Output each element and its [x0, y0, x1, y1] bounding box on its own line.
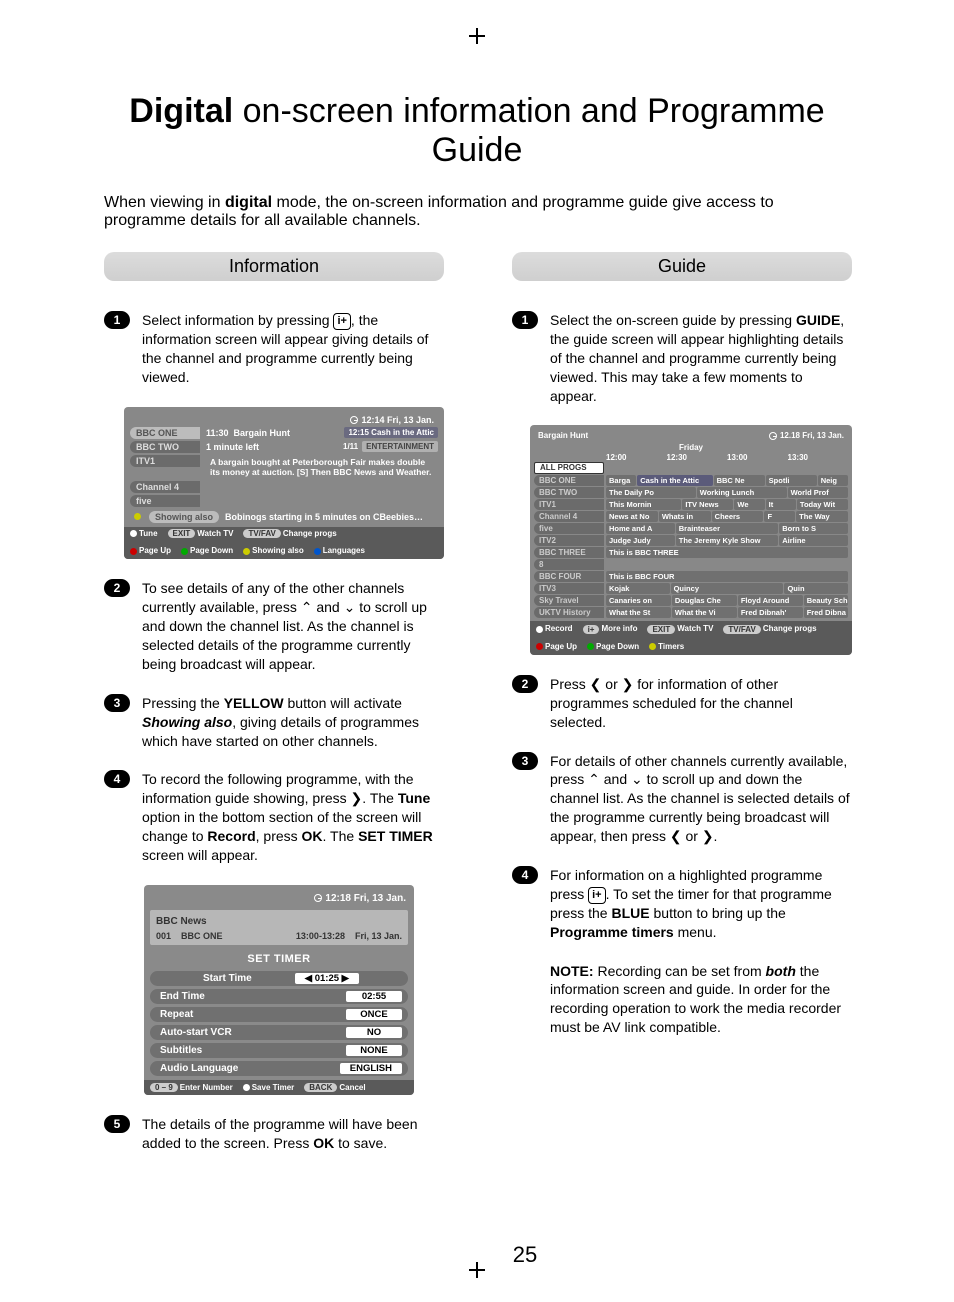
- timer-row: Audio LanguageENGLISH: [150, 1061, 408, 1076]
- guide-channel: BBC FOUR: [534, 571, 604, 582]
- channel-pill: Channel 4: [130, 481, 200, 493]
- channel-pill: BBC TWO: [130, 441, 200, 453]
- channel-pill: ITV1: [130, 455, 200, 467]
- guide-footer: Record i+More info EXITWatch TV TV/FAVCh…: [530, 621, 852, 654]
- guide-row: UKTV HistoryWhat the StWhat the ViFred D…: [534, 607, 848, 618]
- info-step-4: 4 To record the following programme, wit…: [104, 770, 444, 864]
- guide-step-1: 1 Select the on-screen guide by pressing…: [512, 311, 852, 405]
- timer-row: Start Time◀ 01:25 ▶: [150, 971, 408, 986]
- information-osd: 12:14 Fri, 13 Jan. BBC ONE 11:30 Bargain…: [124, 407, 444, 560]
- guide-channel: BBC TWO: [534, 487, 604, 498]
- timer-row: End Time02:55: [150, 989, 408, 1004]
- timer-row: SubtitlesNONE: [150, 1043, 408, 1058]
- set-timer-osd: 12:18 Fri, 13 Jan. BBC News 001 BBC ONE …: [144, 885, 414, 1095]
- guide-osd: Bargain Hunt12.18 Fri, 13 Jan. Friday 12…: [530, 425, 852, 654]
- guide-channel: five: [534, 523, 604, 534]
- channel-pill: BBC ONE: [130, 427, 200, 439]
- guide-channel: ALL PROGS: [534, 462, 604, 474]
- guide-note: NOTE: Recording can be set from both the…: [550, 962, 852, 1038]
- osd-footer: Tune EXITWatch TV TV/FAVChange progs Pag…: [124, 527, 444, 559]
- guide-row: ALL PROGS: [534, 462, 848, 474]
- guide-row: BBC TWOThe Daily PoWorking LunchWorld Pr…: [534, 487, 848, 498]
- info-step-1: 1 Select information by pressing i+, the…: [104, 311, 444, 387]
- guide-channel: UKTV History: [534, 607, 604, 618]
- guide-channel: BBC ONE: [534, 475, 604, 486]
- guide-header: Guide: [512, 252, 852, 281]
- guide-row: BBC THREEThis is BBC THREE: [534, 547, 848, 558]
- info-step-3: 3 Pressing the YELLOW button will activa…: [104, 694, 444, 751]
- intro-text: When viewing in digital mode, the on-scr…: [104, 194, 946, 230]
- guide-row: ITV1This MorninITV NewsWeItToday Wit: [534, 499, 848, 510]
- crop-mark-bottom: [469, 1262, 485, 1278]
- guide-row: ITV3KojakQuincyQuin: [534, 583, 848, 594]
- info-step-2: 2 To see details of any of the other cha…: [104, 579, 444, 673]
- guide-row: 8: [534, 559, 848, 570]
- channel-pill: five: [130, 495, 200, 507]
- crop-mark-top: [469, 28, 485, 44]
- info-step-5: 5 The details of the programme will have…: [104, 1115, 444, 1153]
- guide-step-3: 3 For details of other channels currentl…: [512, 752, 852, 846]
- guide-channel: BBC THREE: [534, 547, 604, 558]
- guide-channel: 8: [534, 559, 604, 570]
- guide-row: fiveHome and ABrainteaserBorn to S: [534, 523, 848, 534]
- information-header: Information: [104, 252, 444, 281]
- info-key-icon: i+: [333, 313, 350, 330]
- timer-footer: 0 – 9Enter Number Save Timer BACKCancel: [144, 1080, 414, 1095]
- guide-row: Channel 4News at NoWhats inCheersFThe Wa…: [534, 511, 848, 522]
- guide-channel: ITV1: [534, 499, 604, 510]
- guide-channel: Sky Travel: [534, 595, 604, 606]
- info-key-icon: i+: [588, 887, 605, 904]
- guide-step-2: 2 Press ❮ or ❯ for information of other …: [512, 675, 852, 732]
- guide-step-4: 4 For information on a highlighted progr…: [512, 866, 852, 942]
- timer-row: RepeatONCE: [150, 1007, 408, 1022]
- timer-row: Auto-start VCRNO: [150, 1025, 408, 1040]
- step-badge: 1: [104, 311, 130, 329]
- page-number: 25: [513, 1242, 537, 1268]
- guide-row: Sky TravelCanaries onDouglas CheFloyd Ar…: [534, 595, 848, 606]
- guide-row: BBC FOURThis is BBC FOUR: [534, 571, 848, 582]
- guide-channel: Channel 4: [534, 511, 604, 522]
- guide-channel: ITV3: [534, 583, 604, 594]
- guide-row: ITV2Judge JudyThe Jeremy Kyle ShowAirlin…: [534, 535, 848, 546]
- guide-row: BBC ONEBargaCash in the AtticBBC NeSpotl…: [534, 475, 848, 486]
- guide-channel: ITV2: [534, 535, 604, 546]
- page-title: Digital on-screen information and Progra…: [104, 92, 946, 170]
